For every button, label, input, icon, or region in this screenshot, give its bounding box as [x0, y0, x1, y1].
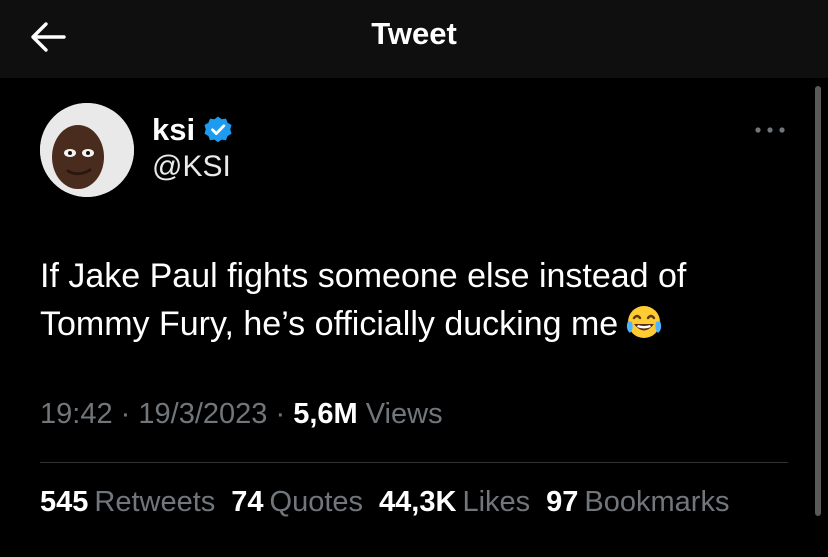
- divider: [40, 462, 788, 463]
- meta-separator: ·: [120, 398, 131, 430]
- retweets-count: 545: [40, 486, 89, 518]
- top-bar: Tweet: [0, 0, 828, 78]
- likes-label: Likes: [462, 486, 531, 518]
- tweet-date: 19/3/2023: [138, 398, 268, 430]
- views-count: 5,6M: [293, 398, 358, 430]
- more-options-button[interactable]: [750, 118, 790, 142]
- scrollbar[interactable]: [815, 86, 821, 516]
- tweet-body: If Jake Paul fights someone else instead…: [40, 257, 687, 343]
- likes-stat[interactable]: 44,3K Likes: [379, 486, 530, 519]
- author-name-row: ksi: [152, 112, 233, 148]
- retweets-stat[interactable]: 545 Retweets: [40, 486, 215, 519]
- likes-count: 44,3K: [379, 486, 457, 518]
- bookmarks-stat[interactable]: 97 Bookmarks: [546, 486, 729, 519]
- tweet-meta: 19:42 · 19/3/2023 · 5,6M Views: [40, 398, 443, 431]
- face-with-tears-of-joy-icon: [627, 306, 662, 338]
- author-handle[interactable]: @KSI: [152, 150, 231, 184]
- views-label: Views: [365, 398, 443, 430]
- page-title: Tweet: [371, 16, 457, 51]
- avatar-image: [40, 103, 134, 197]
- tweet-text: If Jake Paul fights someone else instead…: [40, 252, 790, 348]
- quotes-count: 74: [231, 486, 264, 518]
- avatar[interactable]: [40, 103, 134, 197]
- verified-badge-icon: [204, 116, 232, 143]
- author-display-name[interactable]: ksi: [152, 112, 195, 148]
- bookmarks-label: Bookmarks: [584, 486, 730, 518]
- tweet-time: 19:42: [40, 398, 113, 430]
- bookmarks-count: 97: [546, 486, 579, 518]
- retweets-label: Retweets: [94, 486, 216, 518]
- meta-separator: ·: [275, 398, 286, 430]
- quotes-stat[interactable]: 74 Quotes: [231, 486, 363, 519]
- more-horizontal-icon: [755, 127, 785, 133]
- engagement-stats: 545 Retweets 74 Quotes 44,3K Likes 97 Bookma…: [40, 486, 729, 519]
- quotes-label: Quotes: [269, 486, 364, 518]
